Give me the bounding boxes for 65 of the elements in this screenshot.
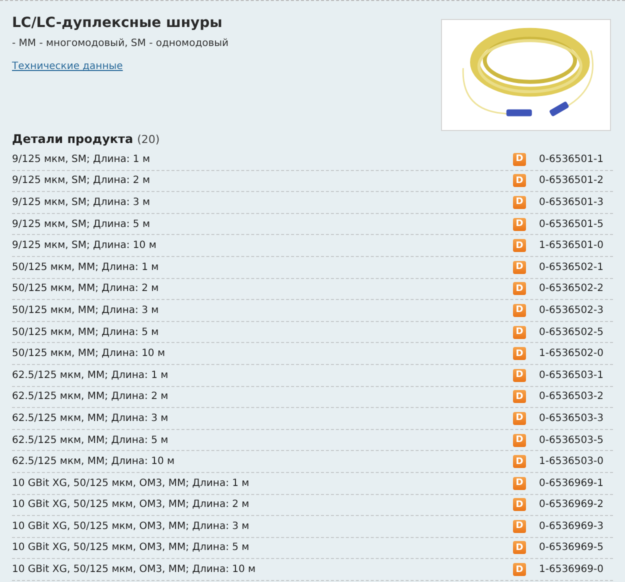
product-description: 50/125 мкм, MM; Длина: 1 м xyxy=(12,262,160,273)
product-subtitle: - MM - многомодовый, SM - одномодовый xyxy=(12,38,229,49)
datasheet-badge[interactable]: D xyxy=(513,563,526,576)
product-description: 10 GBit XG, 50/125 мкм, OM3, MM; Длина: 10 м xyxy=(12,564,257,576)
datasheet-badge[interactable]: D xyxy=(513,239,526,252)
part-number: 0-6536502-3 xyxy=(539,304,604,316)
part-number: 0-6536503-3 xyxy=(539,412,604,424)
product-description: 50/125 мкм, MM; Длина: 5 м xyxy=(12,326,160,338)
datasheet-badge[interactable]: D xyxy=(513,152,526,166)
product-description: 62.5/125 мкм, MM; Длина: 3 м xyxy=(12,412,170,424)
product-description: 10 GBit XG, 50/125 мкм, OM3, MM; Длина: 5 м xyxy=(12,542,250,554)
datasheet-badge[interactable]: D xyxy=(513,347,526,360)
datasheet-badge[interactable]: D xyxy=(513,368,526,382)
product-description: 9/125 мкм, SM; Длина: 3 м xyxy=(12,196,152,208)
part-number: 0-6536969-3 xyxy=(539,520,604,532)
datasheet-badge[interactable]: D xyxy=(513,455,526,468)
section-heading: Детали продукта xyxy=(12,132,134,146)
part-number: 0-6536503-5 xyxy=(539,434,604,446)
product-description: 9/125 мкм, SM; Длина: 2 м xyxy=(12,175,152,186)
product-description: 62.5/125 мкм, MM; Длина: 5 м xyxy=(12,434,170,446)
part-number: 0-6536969-5 xyxy=(539,542,604,554)
product-description: 62.5/125 мкм, MM; Длина: 2 м xyxy=(12,391,170,402)
product-description: 9/125 мкм, SM; Длина: 10 м xyxy=(12,240,158,252)
part-number: 1-6536502-0 xyxy=(539,348,604,360)
technical-data-link[interactable]: Технические данные xyxy=(12,61,123,72)
part-number: 0-6536502-2 xyxy=(539,283,604,294)
product-description: 9/125 мкм, SM; Длина: 5 м xyxy=(12,218,152,230)
part-number: 1-6536503-0 xyxy=(539,456,604,468)
datasheet-badge[interactable]: D xyxy=(513,326,526,339)
datasheet-badge[interactable]: D xyxy=(513,390,526,404)
datasheet-badge[interactable]: D xyxy=(513,304,526,317)
product-title: LC/LC-дуплексные шнуры xyxy=(12,15,222,31)
datasheet-badge[interactable]: D xyxy=(513,498,526,512)
part-number: 1-6536969-0 xyxy=(539,564,604,576)
product-description: 50/125 мкм, MM; Длина: 3 м xyxy=(12,304,160,316)
datasheet-badge[interactable]: D xyxy=(513,434,526,447)
part-number: 0-6536502-1 xyxy=(539,262,604,273)
part-number: 0-6536501-5 xyxy=(539,218,604,230)
datasheet-badge[interactable]: D xyxy=(513,260,526,274)
part-number: 0-6536502-5 xyxy=(539,326,604,338)
part-number: 0-6536969-2 xyxy=(539,499,604,510)
product-description: 10 GBit XG, 50/125 мкм, OM3, MM; Длина: 2 м xyxy=(12,499,250,510)
part-number: 0-6536501-2 xyxy=(539,175,604,186)
part-number: 0-6536503-1 xyxy=(539,370,604,381)
datasheet-badge[interactable]: D xyxy=(513,476,526,490)
part-number: 0-6536501-3 xyxy=(539,196,604,208)
product-description: 10 GBit XG, 50/125 мкм, OM3, MM; Длина: 3 м xyxy=(12,520,250,532)
datasheet-badge[interactable]: D xyxy=(513,412,526,425)
product-description: 9/125 мкм, SM; Длина: 1 м xyxy=(12,154,152,165)
datasheet-badge[interactable]: D xyxy=(513,282,526,296)
part-number: 0-6536969-1 xyxy=(539,478,604,489)
product-description: 50/125 мкм, MM; Длина: 2 м xyxy=(12,283,160,294)
datasheet-badge[interactable]: D xyxy=(513,174,526,188)
part-number: 0-6536503-2 xyxy=(539,391,604,402)
datasheet-badge[interactable]: D xyxy=(513,218,526,231)
datasheet-badge[interactable]: D xyxy=(513,520,526,533)
product-description: 50/125 мкм, MM; Длина: 10 м xyxy=(12,348,166,360)
datasheet-badge[interactable]: D xyxy=(513,196,526,209)
product-description: 62.5/125 мкм, MM; Длина: 1 м xyxy=(12,370,170,381)
part-number: 0-6536501-1 xyxy=(539,154,604,165)
item-count: (20) xyxy=(137,133,160,146)
datasheet-badge[interactable]: D xyxy=(513,541,526,554)
product-description: 10 GBit XG, 50/125 мкм, OM3, MM; Длина: 1 м xyxy=(12,478,250,489)
product-description: 62.5/125 мкм, MM; Длина: 10 м xyxy=(12,456,176,468)
part-number: 1-6536501-0 xyxy=(539,240,604,252)
